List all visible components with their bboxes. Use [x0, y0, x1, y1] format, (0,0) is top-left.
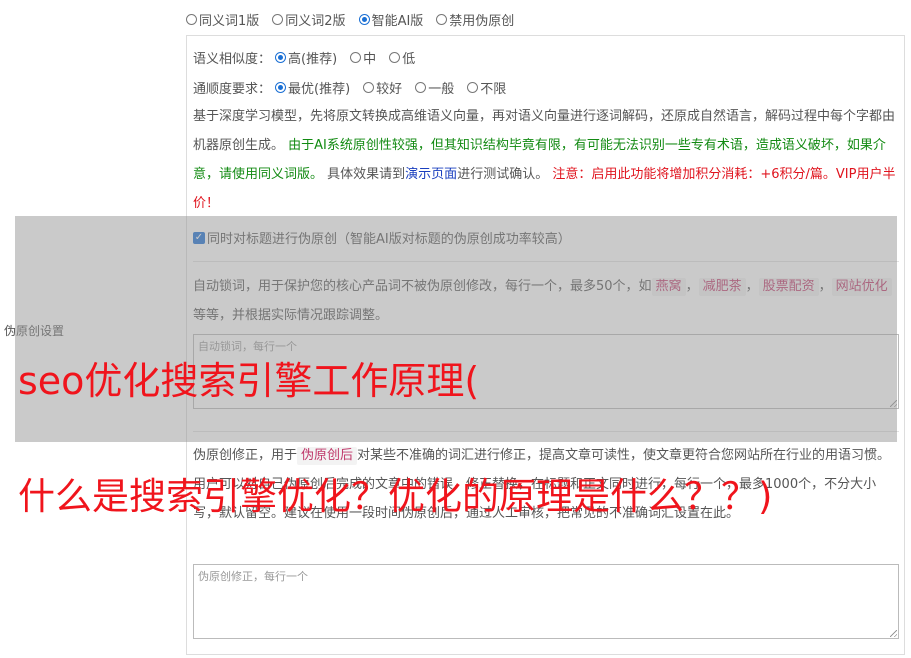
radio-icon [415, 82, 427, 93]
fluency-good-radio[interactable]: 较好 [363, 78, 402, 97]
similarity-mid-radio[interactable]: 中 [350, 48, 376, 67]
radio-icon [350, 52, 362, 63]
radio-icon [436, 14, 448, 25]
radio-icon [272, 14, 284, 25]
resize-grip-icon[interactable] [890, 630, 897, 637]
watermark-title-line2: 什么是搜索引擎优化？优化的原理是什么？？) [18, 475, 773, 518]
fluency-normal-radio[interactable]: 一般 [415, 78, 454, 97]
fluency-unlimited-radio[interactable]: 不限 [467, 78, 506, 97]
similarity-row: 语义相似度： 高(推荐) 中 低 [193, 48, 428, 67]
fluency-label: 通顺度要求： [193, 82, 272, 97]
radio-checked-icon [358, 14, 370, 25]
image-overlay [15, 216, 897, 442]
similarity-label: 语义相似度： [193, 52, 272, 67]
watermark-title-line1: seo优化搜索引擎工作原理( [18, 359, 480, 403]
ai-description: 基于深度学习模型，先将原文转换成高维语义向量，再对语义向量进行逐词解码，还原成自… [193, 109, 896, 211]
fluency-row: 通顺度要求： 最优(推荐) 较好 一般 不限 [193, 78, 519, 97]
mode-ai-radio[interactable]: 智能AI版 [358, 10, 423, 29]
similarity-high-radio[interactable]: 高(推荐) [275, 48, 337, 67]
radio-checked-icon [275, 82, 287, 93]
similarity-low-radio[interactable]: 低 [389, 48, 415, 67]
correction-textarea[interactable]: 伪原创修正，每行一个 [193, 564, 899, 639]
demo-page-link[interactable]: 演示页面 [405, 167, 457, 182]
radio-icon [363, 82, 375, 93]
radio-icon [389, 52, 401, 63]
radio-icon [467, 82, 479, 93]
radio-icon [186, 14, 197, 25]
mode-radio-group: 同义词1版 同义词2版 智能AI版 禁用伪原创 [186, 10, 527, 29]
fluency-best-radio[interactable]: 最优(推荐) [275, 78, 350, 97]
mode-synonym2-radio[interactable]: 同义词2版 [272, 10, 346, 29]
mode-disable-radio[interactable]: 禁用伪原创 [436, 10, 514, 29]
mode-synonym1-radio[interactable]: 同义词1版 [186, 10, 259, 29]
radio-checked-icon [275, 52, 287, 63]
keyword-tag: 伪原创后 [297, 447, 358, 465]
